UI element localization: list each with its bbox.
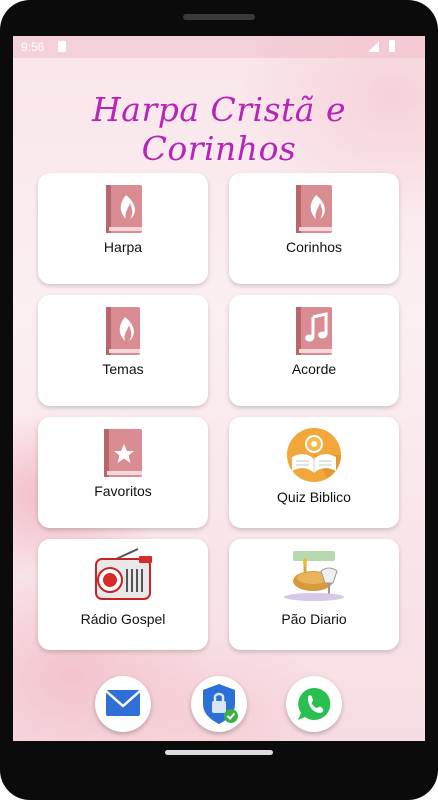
temas-label: Temas [102, 361, 144, 377]
privacy-shield-icon [203, 684, 238, 724]
app-title: Harpa Cristã e Corinhos [92, 90, 346, 168]
favoritos-button[interactable]: Favoritos [38, 417, 208, 528]
pao-diario-button[interactable]: Pão Diario [229, 539, 399, 650]
whatsapp-icon [298, 687, 331, 720]
book-flame-icon [106, 307, 140, 355]
corinhos-label: Corinhos [285, 239, 343, 255]
acorde-label: Acorde [291, 361, 337, 377]
radio-icon [95, 548, 152, 600]
radio-gospel-label: Rádio Gospel [80, 611, 166, 627]
signal-icon [368, 41, 379, 52]
corinhos-button[interactable]: Corinhos [229, 173, 399, 284]
pao-diario-label: Pão Diario [281, 611, 347, 627]
quiz-biblico-button[interactable]: Quiz Biblico [229, 417, 399, 528]
open-bible-icon [287, 428, 341, 482]
bread-wine-icon [284, 551, 344, 601]
book-flame-icon [106, 185, 142, 233]
device-speaker [183, 14, 255, 20]
harpa-label: Harpa [103, 239, 143, 255]
book-flame-icon [296, 185, 332, 233]
status-time: 9:56 [21, 40, 45, 54]
acorde-button[interactable]: Acorde [229, 295, 399, 406]
whatsapp-share-button[interactable] [286, 676, 342, 732]
sim-card-icon [58, 41, 66, 52]
quiz-biblico-label: Quiz Biblico [277, 489, 351, 505]
app-screen: 9:56 Harpa Cristã e Corinhos Harpa Corin… [13, 36, 425, 741]
radio-gospel-button[interactable]: Rádio Gospel [38, 539, 208, 650]
privacy-policy-button[interactable] [191, 676, 247, 732]
harpa-button[interactable]: Harpa [38, 173, 208, 284]
status-bar: 9:56 [13, 36, 425, 58]
home-indicator[interactable] [165, 750, 273, 755]
mail-icon [105, 690, 141, 716]
favoritos-label: Favoritos [94, 483, 152, 499]
contact-email-button[interactable] [95, 676, 151, 732]
music-book-icon [296, 307, 332, 355]
device-frame: 9:56 Harpa Cristã e Corinhos Harpa Corin… [0, 0, 438, 800]
temas-button[interactable]: Temas [38, 295, 208, 406]
battery-icon [389, 40, 395, 52]
star-book-icon [104, 429, 142, 477]
